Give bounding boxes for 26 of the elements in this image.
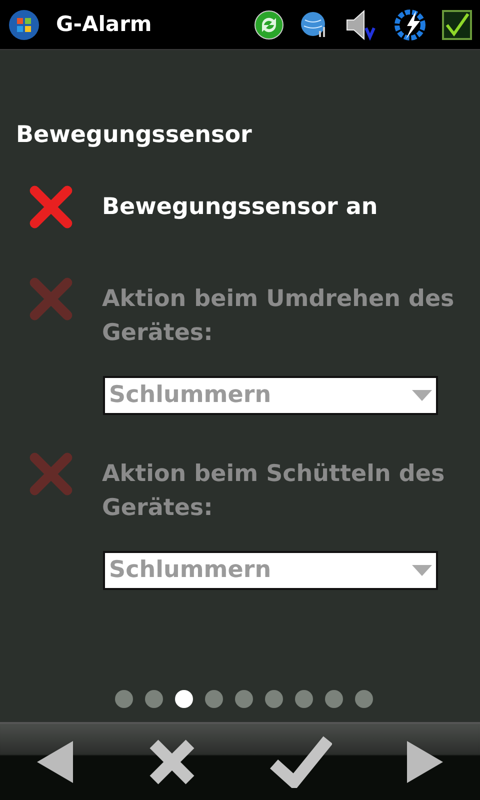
page-heading: Bewegungssensor — [15, 121, 253, 150]
power-icon[interactable] — [394, 8, 426, 40]
page-dot[interactable] — [295, 690, 313, 708]
sync-icon[interactable] — [254, 10, 284, 40]
page-dot[interactable] — [175, 690, 193, 708]
next-button[interactable] — [406, 741, 443, 783]
page-dot[interactable] — [355, 690, 373, 708]
page-dot[interactable] — [115, 690, 133, 708]
dropdown-arrow-icon — [412, 390, 432, 401]
page-dot[interactable] — [145, 690, 163, 708]
page-dot[interactable] — [205, 690, 223, 708]
globe-icon[interactable] — [300, 10, 328, 38]
page-dot[interactable] — [235, 690, 253, 708]
confirm-button[interactable] — [270, 736, 332, 788]
checkbox-icon[interactable] — [442, 10, 472, 40]
cancel-button[interactable] — [148, 738, 196, 786]
page-dot[interactable] — [265, 690, 283, 708]
dropdown-arrow-icon — [412, 564, 432, 576]
setting-label: Aktion beim Umdrehen des Gerätes: — [102, 284, 456, 348]
start-icon[interactable] — [8, 8, 40, 40]
speaker-icon[interactable] — [344, 8, 378, 40]
setting-label: Bewegungssensor an — [102, 192, 379, 222]
setting-label: Aktion beim Schütteln des Gerätes: — [102, 460, 446, 523]
page-dot[interactable] — [325, 690, 343, 708]
window-title: G-Alarm — [56, 10, 152, 38]
back-button[interactable] — [37, 741, 74, 783]
